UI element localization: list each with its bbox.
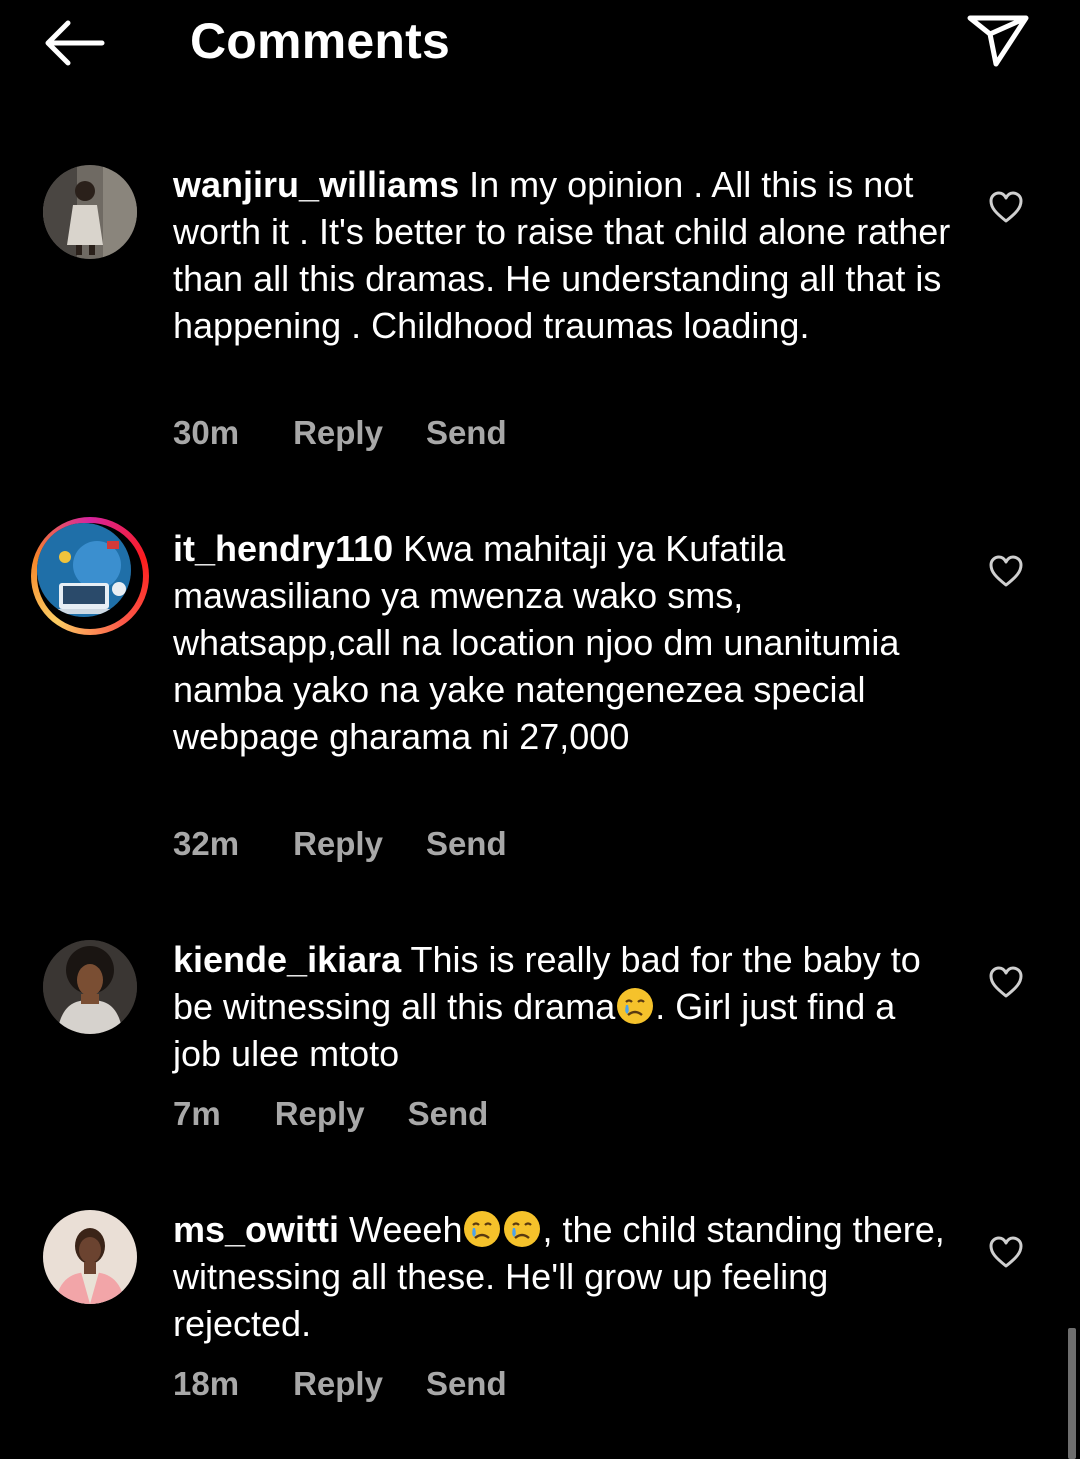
arrow-left-icon[interactable] — [40, 18, 106, 68]
comment-meta: 18m Reply Send — [173, 1364, 507, 1404]
send-button[interactable]: Send — [426, 413, 507, 453]
comment-body: kiende_ikiara This is really bad for the… — [173, 936, 953, 1077]
send-button[interactable]: Send — [426, 824, 507, 864]
comment-body: wanjiru_williams In my opinion . All thi… — [173, 161, 953, 349]
comment-body: it_hendry110 Kwa mahitaji ya Kufatila ma… — [173, 525, 953, 760]
app-header: Comments — [0, 0, 1080, 90]
page-title: Comments — [190, 13, 450, 69]
avatar[interactable] — [43, 1210, 137, 1304]
heart-outline-icon[interactable] — [988, 190, 1024, 224]
reply-button[interactable]: Reply — [293, 1364, 383, 1404]
comment-time: 30m — [173, 414, 240, 451]
story-ring[interactable] — [31, 517, 149, 635]
comment-text: Weeeh — [349, 1209, 463, 1250]
reply-button[interactable]: Reply — [293, 413, 383, 453]
crying-face-emoji — [504, 1211, 541, 1247]
heart-outline-icon[interactable] — [988, 1235, 1024, 1269]
avatar[interactable] — [37, 523, 131, 617]
comment-username[interactable]: kiende_ikiara — [173, 939, 401, 980]
heart-outline-icon[interactable] — [988, 965, 1024, 999]
reply-button[interactable]: Reply — [275, 1094, 365, 1134]
scrollbar[interactable] — [1068, 1328, 1076, 1459]
comment-meta: 32m Reply Send — [173, 824, 507, 864]
comment-meta: 7m Reply Send — [173, 1094, 488, 1134]
comment-time: 32m — [173, 825, 240, 862]
send-button[interactable]: Send — [408, 1094, 489, 1134]
comment-username[interactable]: wanjiru_williams — [173, 164, 459, 205]
avatar[interactable] — [43, 165, 137, 259]
heart-outline-icon[interactable] — [988, 554, 1024, 588]
send-paper-plane-icon[interactable] — [966, 12, 1030, 68]
comment-time: 18m — [173, 1365, 240, 1402]
crying-face-emoji — [617, 988, 654, 1024]
comment-username[interactable]: ms_owitti — [173, 1209, 339, 1250]
comment-username[interactable]: it_hendry110 — [173, 528, 393, 569]
comment-time: 7m — [173, 1095, 221, 1132]
comment-body: ms_owitti Weeeh , the child standing the… — [173, 1206, 953, 1347]
comment-meta: 30m Reply Send — [173, 413, 507, 453]
reply-button[interactable]: Reply — [293, 824, 383, 864]
crying-face-emoji — [464, 1211, 501, 1247]
avatar[interactable] — [43, 940, 137, 1034]
send-button[interactable]: Send — [426, 1364, 507, 1404]
